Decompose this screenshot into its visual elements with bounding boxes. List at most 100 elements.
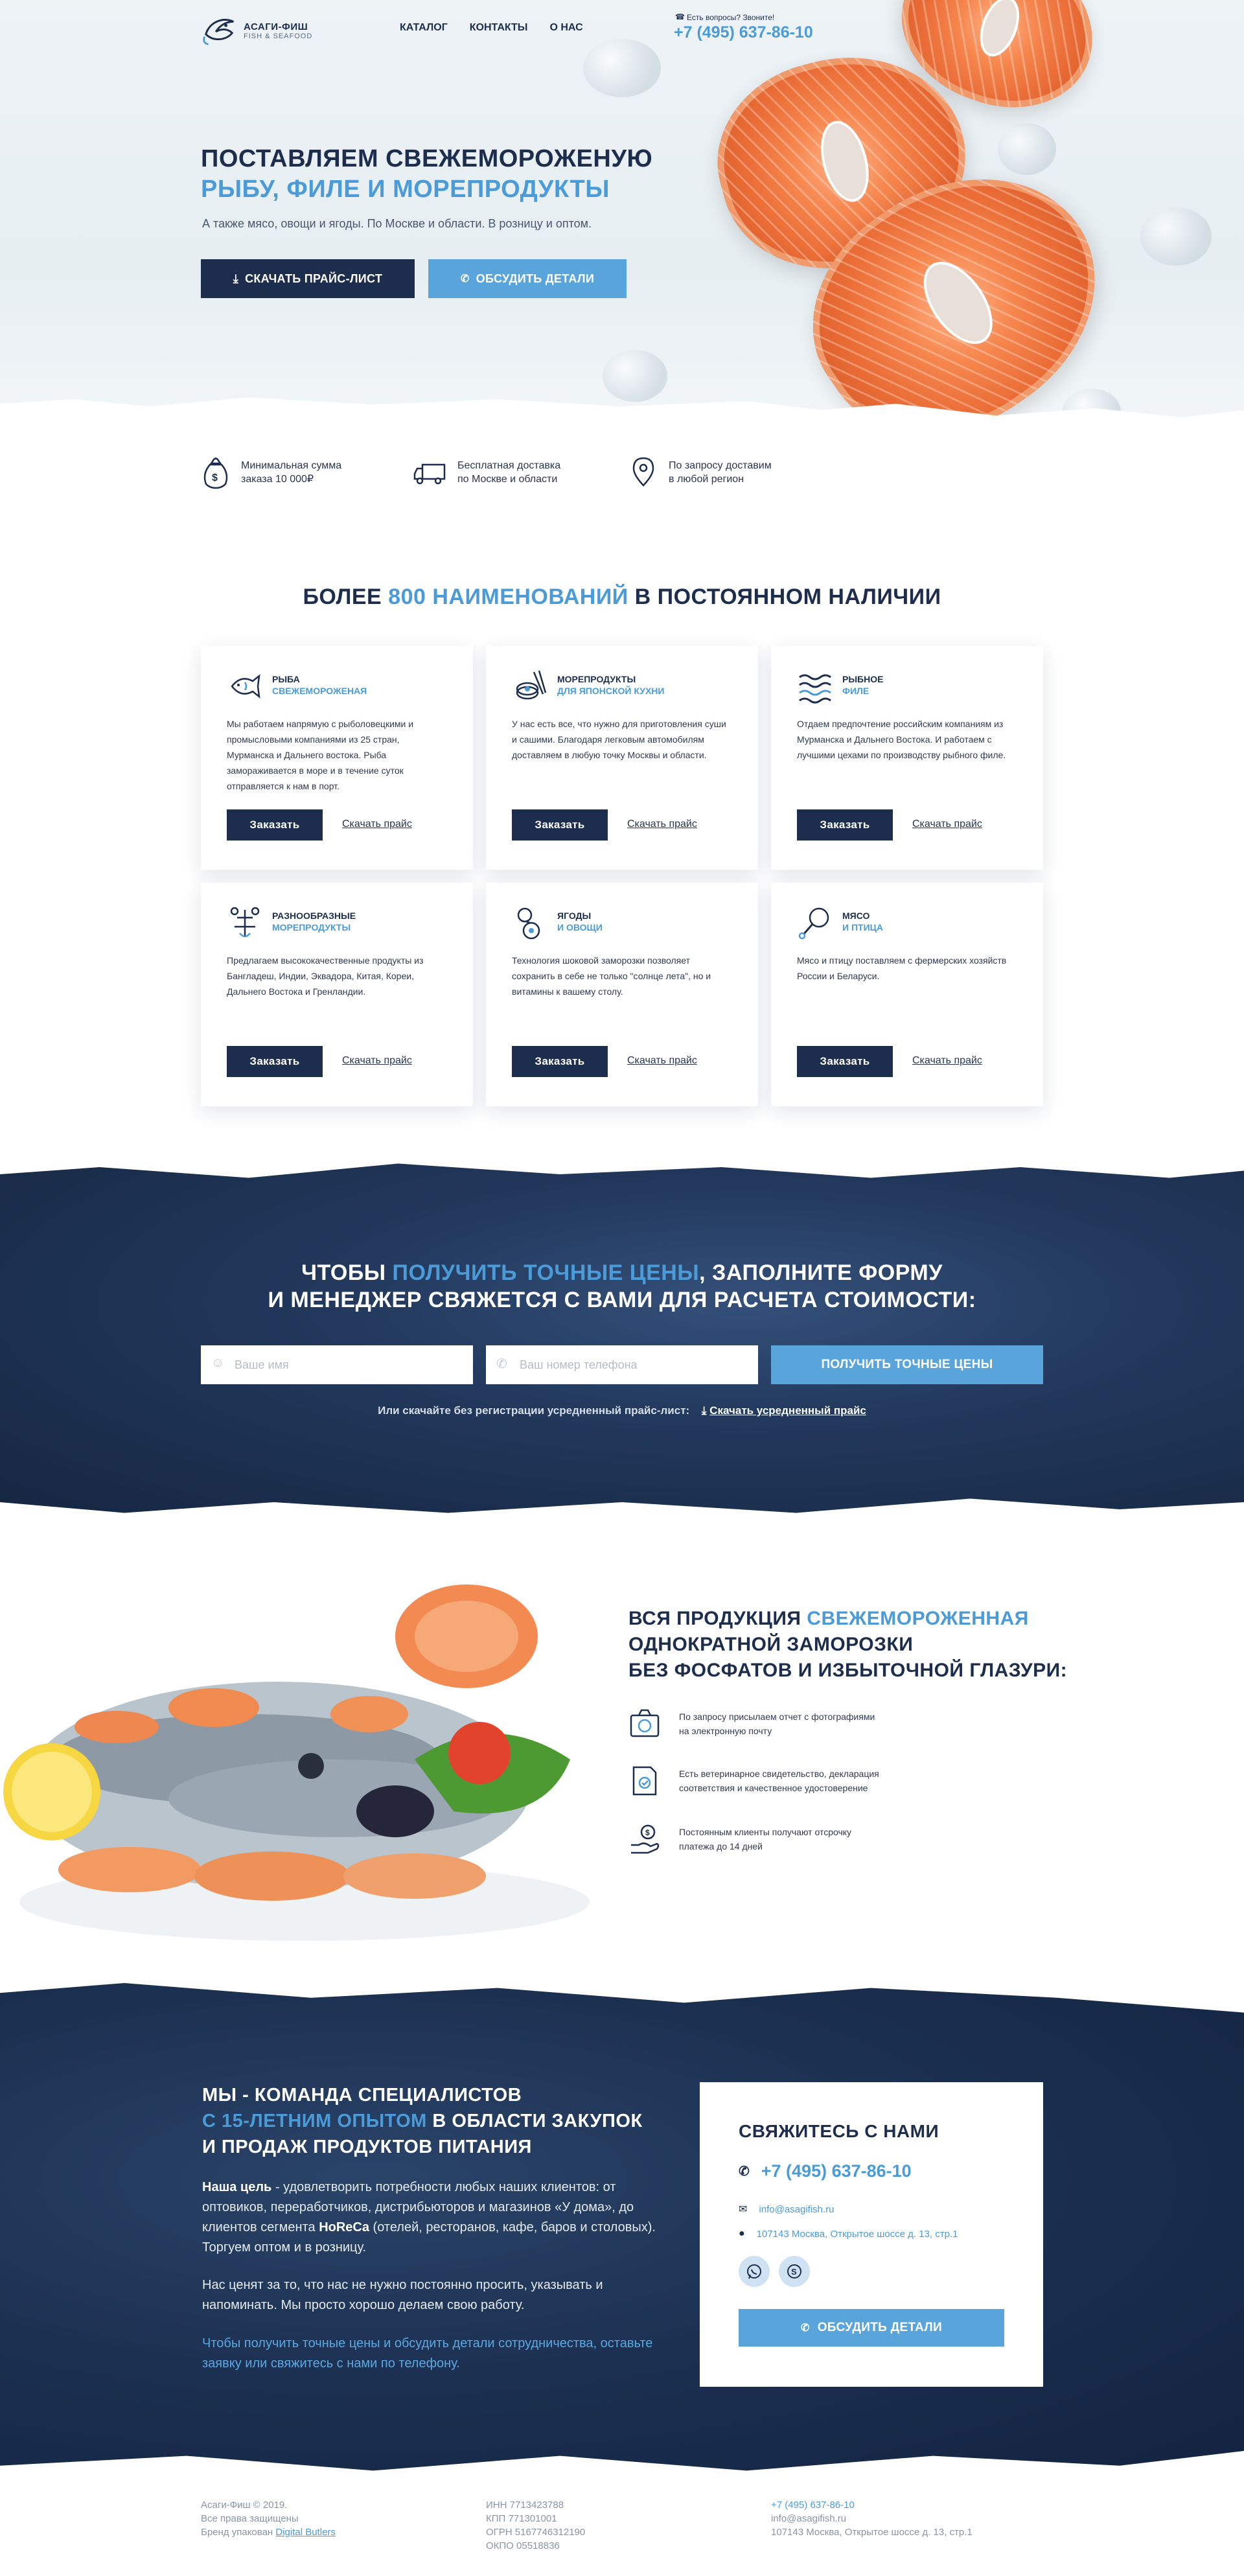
hand-coin-icon: $: [631, 1824, 660, 1854]
form-title-part: , ЗАПОЛНИТЕ ФОРМУ: [699, 1260, 943, 1285]
seafood-icon: [230, 907, 260, 938]
discuss-details-button[interactable]: ✆ ОБСУДИТЬ ДЕТАЛИ: [428, 259, 627, 298]
contact-address: 107143 Москва, Открытое шоссе д. 13, стр…: [756, 2228, 958, 2240]
card-subtitle: ДЛЯ ЯПОНСКОЙ КУХНИ: [557, 686, 665, 696]
hero-title-line2: РЫБУ, ФИЛЕ И МОРЕПРОДУКТЫ: [201, 176, 610, 203]
product-feature-text: По запросу присылаем отчет с фотографиям…: [679, 1712, 875, 1722]
contact-email-link[interactable]: info@asagifish.ru: [759, 2204, 834, 2215]
contact-phone-link[interactable]: +7 (495) 637-86-10: [761, 2161, 912, 2181]
category-card-japanese: МОРЕПРОДУКТЫ ДЛЯ ЯПОНСКОЙ КУХНИ У нас ест…: [486, 646, 758, 870]
contact-title: СВЯЖИТЕСЬ С НАМИ: [739, 2121, 939, 2141]
product-feature-certificate: Есть ветеринарное свидетельство, деклара…: [628, 1763, 879, 1798]
phone-icon: ✆: [739, 2164, 750, 2179]
order-button[interactable]: Заказать: [227, 809, 323, 841]
download-price-link[interactable]: Скачать прайс: [342, 818, 412, 830]
discuss-details-label: ОБСУДИТЬ ДЕТАЛИ: [476, 272, 595, 285]
logo[interactable]: АСАГИ-ФИШ FISH & SEAFOOD: [201, 12, 312, 49]
card-description: Предлагаем высококачественные продукты и…: [227, 955, 424, 997]
contact-phone-row: ✆ +7 (495) 637-86-10: [739, 2161, 912, 2181]
skype-button[interactable]: S: [779, 2256, 810, 2287]
category-card-seafood: РАЗНООБРАЗНЫЕ МОРЕПРОДУКТЫ Предлагаем выс…: [201, 883, 473, 1106]
card-subtitle: И ПТИЦА: [842, 922, 883, 933]
card-description: Мясо и птицу поставляем с фермерских хоз…: [797, 955, 1007, 981]
team-goal-paragraph: Наша цель - удовлетворить потребности лю…: [202, 2177, 656, 2258]
whatsapp-icon: [747, 2264, 761, 2279]
category-card-meat: МЯСО И ПТИЦА Мясо и птицу поставляем с фе…: [771, 883, 1043, 1106]
card-description: Технология шоковой заморозки позволяет с…: [512, 955, 711, 997]
team-paragraph: Нас ценят за то, что нас не нужно постоя…: [202, 2278, 603, 2312]
download-icon: ⤓: [233, 272, 239, 285]
nav-about[interactable]: О НАС: [549, 22, 582, 34]
product-title-part: ВСЯ ПРОДУКЦИЯ: [628, 1608, 807, 1629]
name-input[interactable]: [201, 1345, 473, 1384]
footer-brand-line: Бренд упакован Digital Butlers: [201, 2525, 336, 2539]
download-price-link[interactable]: Скачать прайс: [342, 1055, 412, 1067]
whatsapp-button[interactable]: [739, 2256, 770, 2287]
download-price-link[interactable]: Скачать прайс: [627, 818, 697, 830]
footer-ogrn: ОГРН 5167746312190: [486, 2527, 586, 2538]
berries-icon: [517, 907, 540, 940]
main-nav: КАТАЛОГ КОНТАКТЫ О НАС: [400, 22, 583, 34]
footer-phone-link[interactable]: +7 (495) 637-86-10: [771, 2498, 973, 2512]
team-title-line3: И ПРОДАЖ ПРОДУКТОВ ПИТАНИЯ: [202, 2137, 532, 2157]
download-text: Или скачайте без регистрации усредненный…: [378, 1404, 690, 1417]
ice-decoration: [583, 39, 661, 97]
call-question: Есть вопросы? Звоните!: [674, 12, 813, 22]
order-button[interactable]: Заказать: [797, 809, 893, 841]
header-phone-link[interactable]: +7 (495) 637-86-10: [674, 23, 813, 42]
download-price-link[interactable]: Скачать прайс: [912, 1055, 982, 1067]
footer-email-link[interactable]: info@asagifish.ru: [771, 2512, 973, 2525]
download-price-link[interactable]: Скачать прайс: [912, 818, 982, 830]
hero-title-line1: ПОСТАВЛЯЕМ СВЕЖЕМОРОЖЕНУЮ: [201, 145, 653, 172]
order-button[interactable]: Заказать: [227, 1046, 323, 1077]
form-title: ЧТОБЫ ПОЛУЧИТЬ ТОЧНЫЕ ЦЕНЫ, ЗАПОЛНИТЕ ФО…: [0, 1259, 1244, 1314]
contact-discuss-button[interactable]: ✆ ОБСУДИТЬ ДЕТАЛИ: [739, 2309, 1004, 2347]
order-button[interactable]: Заказать: [512, 1046, 608, 1077]
waves-icon: [799, 674, 831, 704]
contact-address-row: ● 107143 Москва, Открытое шоссе д. 13, с…: [739, 2228, 958, 2240]
catalog-title: БОЛЕЕ 800 НАИМЕНОВАНИЙ В ПОСТОЯННОМ НАЛИ…: [0, 585, 1244, 610]
product-title: ВСЯ ПРОДУКЦИЯ СВЕЖЕМОРОЖЕННАЯ ОДНОКРАТНО…: [628, 1606, 1067, 1684]
team-cta-text: Чтобы получить точные цены и обсудить де…: [202, 2336, 653, 2371]
seafood-platter-image: [3, 1584, 590, 1941]
footer-okpo: ОКПО 05518836: [486, 2540, 560, 2551]
team-title-highlight: С 15-ЛЕТНИМ ОПЫТОМ: [202, 2111, 427, 2131]
phone-input[interactable]: [486, 1345, 758, 1384]
logo-subtitle: FISH & SEAFOOD: [244, 32, 313, 40]
hero-section: [0, 0, 1244, 447]
footer-brand-link[interactable]: Digital Butlers: [275, 2527, 336, 2538]
card-title: РЫБНОЕ: [842, 674, 884, 684]
fish-logo-icon: [203, 19, 234, 45]
contact-discuss-label: ОБСУДИТЬ ДЕТАЛИ: [817, 2321, 943, 2334]
category-card-fillet: РЫБНОЕ ФИЛЕ Отдаем предпочтение российски…: [771, 646, 1043, 870]
fish-icon: [231, 674, 260, 699]
ice-decoration: [1140, 207, 1212, 266]
catalog-title-part: БОЛЕЕ: [303, 585, 389, 609]
camera-icon: [630, 1709, 660, 1737]
download-price-link[interactable]: Скачать прайс: [627, 1055, 697, 1067]
meat-icon: [798, 907, 829, 940]
order-button[interactable]: Заказать: [512, 809, 608, 841]
feature-min-order: $ Минимальная сумма заказа 10 000₽: [201, 456, 341, 489]
nav-catalog[interactable]: КАТАЛОГ: [400, 22, 448, 34]
card-description: Отдаем предпочтение российским компаниям…: [797, 719, 1006, 760]
goal-bold: Наша цель: [202, 2180, 272, 2194]
ice-decoration: [998, 123, 1056, 175]
card-description: Мы работаем напрямую с рыболовецкими и п…: [227, 719, 414, 791]
product-feature-text: платежа до 14 дней: [679, 1841, 763, 1851]
order-button[interactable]: Заказать: [797, 1046, 893, 1077]
form-title-highlight: ПОЛУЧИТЬ ТОЧНЫЕ ЦЕНЫ: [392, 1260, 700, 1285]
download-average-price-link[interactable]: Скачать усредненный прайс: [709, 1404, 866, 1417]
hero-title: ПОСТАВЛЯЕМ СВЕЖЕМОРОЖЕНУЮ РЫБУ, ФИЛЕ И М…: [201, 144, 652, 205]
logo-title: АСАГИ-ФИШ: [244, 21, 308, 32]
form-title-line2: И МЕНЕДЖЕР СВЯЖЕТСЯ С ВАМИ ДЛЯ РАСЧЕТА С…: [268, 1288, 976, 1312]
hero-subtitle: А также мясо, овощи и ягоды. По Москве и…: [202, 217, 592, 230]
team-title-part: В ОБЛАСТИ ЗАКУПОК: [426, 2111, 643, 2131]
download-price-button[interactable]: ⤓ СКАЧАТЬ ПРАЙС-ЛИСТ: [201, 259, 415, 298]
contact-card: СВЯЖИТЕСЬ С НАМИ ✆ +7 (495) 637-86-10 ✉ …: [700, 2082, 1043, 2387]
card-description: У нас есть все, что нужно для приготовле…: [512, 719, 726, 760]
footer-requisites: ИНН 7713423788 КПП 771301001 ОГРН 516774…: [486, 2498, 585, 2553]
footer-company: Асаги-Фиш © 2019. Все права защищены Бре…: [201, 2498, 336, 2539]
get-prices-button[interactable]: ПОЛУЧИТЬ ТОЧНЫЕ ЦЕНЫ: [771, 1345, 1043, 1384]
nav-contacts[interactable]: КОНТАКТЫ: [470, 22, 528, 34]
